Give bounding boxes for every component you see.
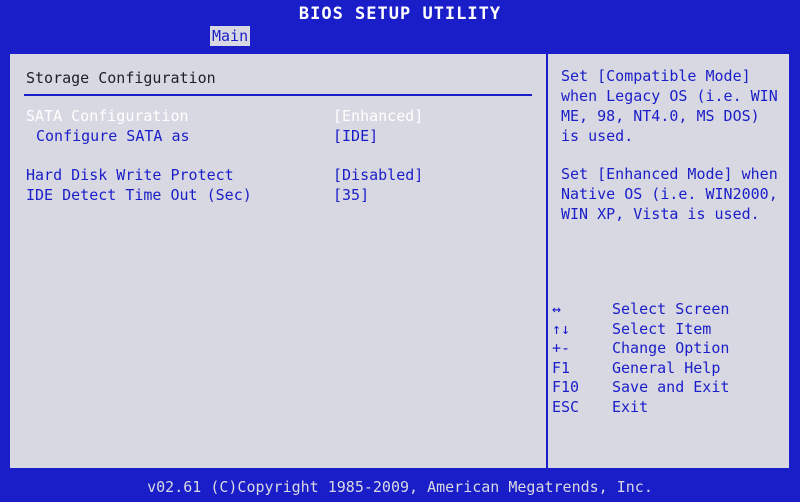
key-legend-row: ↑↓ Select Item: [552, 320, 786, 340]
key-description: Select Screen: [612, 300, 730, 318]
setting-value[interactable]: [Disabled]: [333, 165, 423, 185]
help-text: Set [Compatible Mode] when Legacy OS (i.…: [561, 66, 783, 242]
setting-label: Hard Disk Write Protect: [26, 166, 234, 184]
copyright-bar: v02.61 (C)Copyright 1985-2009, American …: [0, 472, 800, 500]
key-description: Save and Exit: [612, 378, 730, 396]
main-panel: Storage Configuration SATA Configuration…: [8, 52, 791, 470]
help-paragraph: Set [Compatible Mode] when Legacy OS (i.…: [561, 67, 778, 145]
window-title: BIOS SETUP UTILITY: [0, 0, 800, 26]
plus-minus-icon: +-: [552, 339, 571, 357]
setting-row-sata-configuration[interactable]: SATA Configuration [Enhanced]: [10, 106, 540, 126]
setting-row-hard-disk-write-protect[interactable]: Hard Disk Write Protect [Disabled]: [10, 165, 540, 185]
key-legend: ↔ Select Screen ↑↓ Select Item +- Change…: [552, 300, 786, 417]
key-name: ESC: [552, 397, 580, 416]
key-description: Exit: [612, 397, 649, 416]
help-paragraph: Set [Enhanced Mode] when Native OS (i.e.…: [561, 165, 778, 223]
setting-label: SATA Configuration: [26, 107, 189, 125]
up-down-arrow-icon: ↑↓: [552, 319, 571, 338]
key-name: F1: [552, 358, 571, 377]
key-legend-row: F10 Save and Exit: [552, 378, 786, 398]
setting-label: IDE Detect Time Out (Sec): [26, 186, 252, 204]
setting-value[interactable]: [IDE]: [333, 126, 378, 146]
key-legend-row: ↔ Select Screen: [552, 300, 786, 320]
section-divider: [24, 94, 532, 96]
setting-row-ide-detect-time-out[interactable]: IDE Detect Time Out (Sec) [35]: [10, 185, 540, 205]
setting-label: Configure SATA as: [36, 127, 190, 145]
left-right-arrow-icon: ↔: [552, 300, 562, 318]
panel-divider: [546, 54, 548, 468]
key-description: Change Option: [612, 339, 730, 357]
setting-value[interactable]: [Enhanced]: [333, 106, 423, 126]
key-legend-row: +- Change Option: [552, 339, 786, 359]
key-description: Select Item: [612, 319, 712, 338]
key-description: General Help: [612, 358, 721, 377]
setting-row-configure-sata-as[interactable]: Configure SATA as [IDE]: [10, 126, 540, 146]
tab-main[interactable]: Main: [210, 26, 251, 46]
key-legend-row: ESC Exit: [552, 398, 786, 418]
section-title: Storage Configuration: [26, 69, 216, 87]
setting-value[interactable]: [35]: [333, 185, 369, 205]
key-name: F10: [552, 378, 580, 396]
tab-bar: Main: [0, 26, 800, 46]
key-legend-row: F1 General Help: [552, 359, 786, 379]
